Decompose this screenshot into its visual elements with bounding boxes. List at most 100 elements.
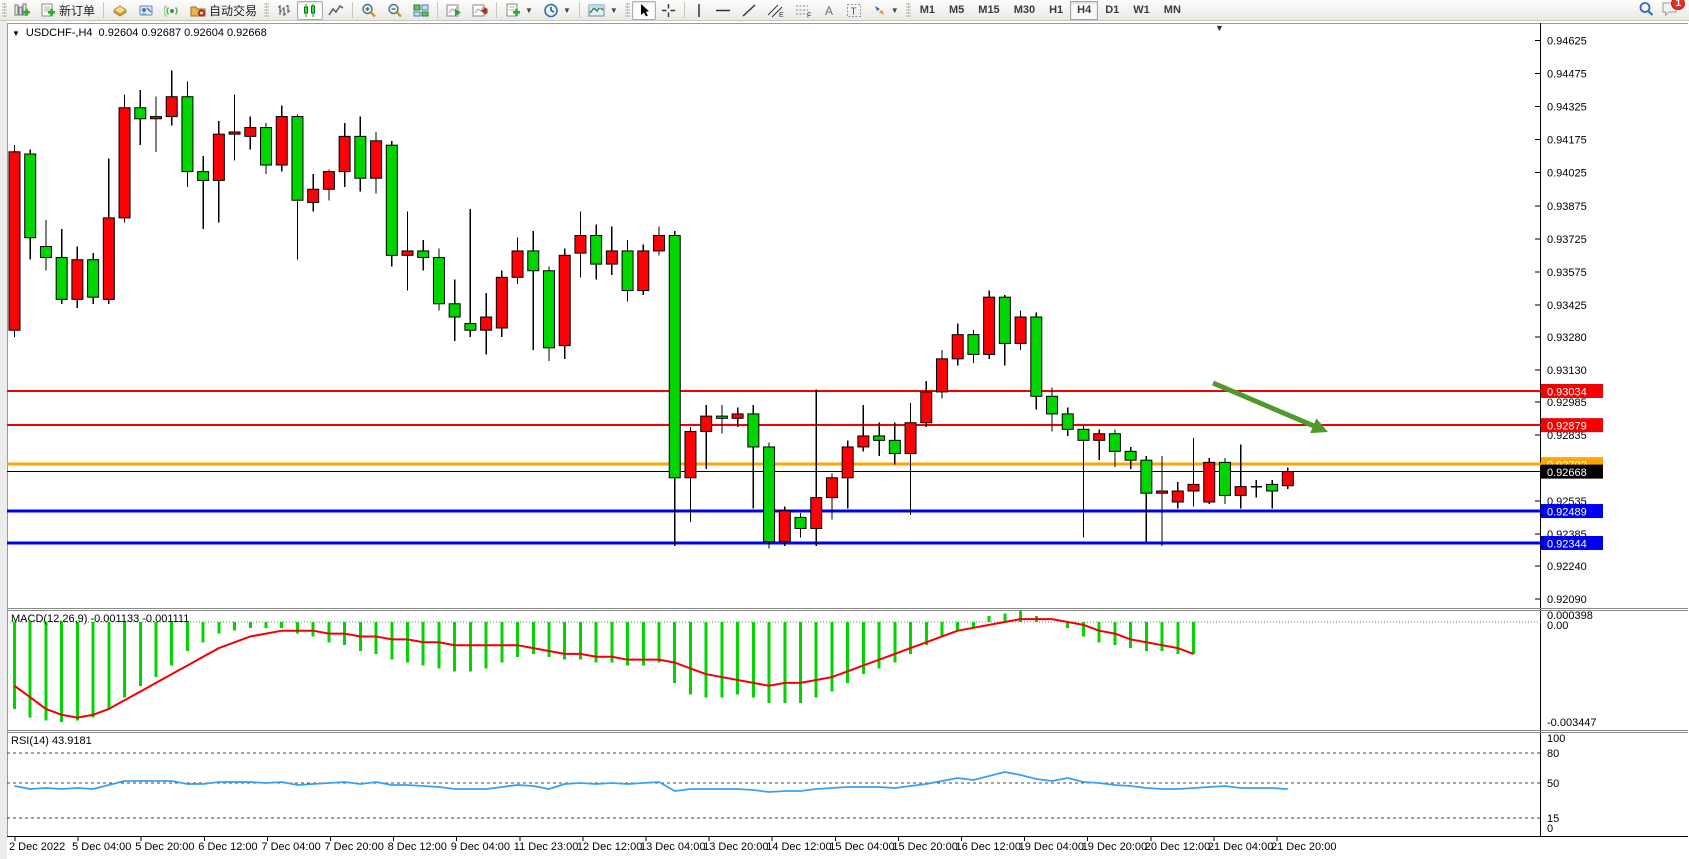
vertical-line-icon <box>693 3 705 18</box>
mt4-application: 新订单 自动交易 <box>0 0 1689 859</box>
timeframe-button-D1[interactable]: D1 <box>1098 1 1126 20</box>
timeframe-button-H1[interactable]: H1 <box>1042 1 1070 20</box>
timeframe-button-H4[interactable]: H4 <box>1070 1 1098 20</box>
chart-collapse-icon[interactable]: ▼ <box>12 29 20 38</box>
new-order-dropdown-button[interactable]: ▼ <box>500 1 538 20</box>
equidistant-channel-tool-button[interactable]: E <box>762 1 790 20</box>
chart-shift-marker[interactable]: ▼ <box>1215 23 1224 33</box>
chat-button[interactable]: 1 <box>1661 1 1679 20</box>
svg-text:0.93034: 0.93034 <box>1547 387 1587 399</box>
text-label-tool-button[interactable]: T <box>841 1 867 20</box>
chevron-down-icon: ▼ <box>525 6 533 15</box>
svg-text:21 Dec 04:00: 21 Dec 04:00 <box>1208 841 1273 853</box>
rsi-indicator-label: RSI(14) 43.9181 <box>11 735 92 747</box>
auto-scroll-icon <box>446 3 462 18</box>
zoom-in-button[interactable] <box>356 1 382 20</box>
svg-text:11 Dec 23:00: 11 Dec 23:00 <box>514 841 579 853</box>
zoom-out-button[interactable] <box>382 1 408 20</box>
autotrading-button[interactable]: 自动交易 <box>185 1 262 20</box>
candlestick-chart-type-button[interactable] <box>297 1 323 20</box>
bar-chart-type-button[interactable] <box>271 1 297 20</box>
timeframe-button-M30[interactable]: M30 <box>1007 1 1042 20</box>
tile-windows-button[interactable] <box>408 1 434 20</box>
templates-icon <box>588 3 606 18</box>
templates-dropdown-button[interactable]: ▼ <box>583 1 623 20</box>
toolbar-separator <box>684 2 685 18</box>
toolbar-separator <box>579 2 580 18</box>
svg-text:A: A <box>825 4 833 18</box>
period-clock-dropdown-button[interactable]: ▼ <box>538 1 576 20</box>
search-icon[interactable] <box>1638 1 1655 20</box>
svg-text:8 Dec 12:00: 8 Dec 12:00 <box>388 841 447 853</box>
horizontal-line-tool-button[interactable] <box>710 1 736 20</box>
signals-icon <box>164 3 180 18</box>
timeframe-button-M5[interactable]: M5 <box>942 1 971 20</box>
text-label-icon: T <box>846 3 862 18</box>
svg-text:0.92240: 0.92240 <box>1547 561 1587 573</box>
toolbar-separator <box>496 2 497 18</box>
svg-text:T: T <box>850 6 856 17</box>
timeframe-button-MN[interactable]: MN <box>1157 1 1188 20</box>
clock-icon <box>543 3 559 18</box>
toolbar-separator <box>103 2 104 18</box>
trendline-tool-button[interactable] <box>736 1 762 20</box>
profiles-button[interactable] <box>107 1 133 20</box>
candles-layer <box>9 70 1293 548</box>
chart-canvas[interactable]: 0.946250.944750.943250.941750.940250.938… <box>7 21 1689 859</box>
svg-text:0.93425: 0.93425 <box>1547 300 1587 312</box>
svg-text:0.92879: 0.92879 <box>1547 421 1587 433</box>
signals-button[interactable] <box>159 1 185 20</box>
cursor-arrow-icon <box>637 3 651 18</box>
svg-text:21 Dec 20:00: 21 Dec 20:00 <box>1271 841 1336 853</box>
timeframe-button-M1[interactable]: M1 <box>913 1 942 20</box>
svg-text:0.93575: 0.93575 <box>1547 267 1587 279</box>
line-chart-icon <box>328 3 344 18</box>
new-order-button[interactable]: 新订单 <box>35 1 100 20</box>
svg-text:0.93130: 0.93130 <box>1547 365 1587 377</box>
profiles-icon <box>112 3 128 18</box>
fibonacci-icon: F <box>795 3 813 18</box>
toolbar-grip[interactable] <box>625 2 630 18</box>
fibonacci-tool-button[interactable]: F <box>790 1 818 20</box>
svg-text:0.94475: 0.94475 <box>1547 69 1587 81</box>
chart-window[interactable]: 0.946250.944750.943250.941750.940250.938… <box>7 21 1689 859</box>
svg-text:13 Dec 20:00: 13 Dec 20:00 <box>703 841 768 853</box>
toolbar-grip[interactable] <box>264 2 269 18</box>
macd-indicator-label: MACD(12,26,9) -0.001133 -0.001111 <box>11 613 189 625</box>
terminal-button[interactable] <box>133 1 159 20</box>
timeframe-button-M15[interactable]: M15 <box>971 1 1006 20</box>
trendline-icon <box>741 3 757 18</box>
new-order-icon <box>40 3 56 18</box>
svg-text:16 Dec 12:00: 16 Dec 12:00 <box>956 841 1021 853</box>
new-chart-button[interactable] <box>9 1 35 20</box>
chart-shift-button[interactable] <box>467 1 493 20</box>
autotrading-icon <box>190 3 206 18</box>
arrows-icon <box>872 3 887 18</box>
text-icon: A <box>823 3 836 18</box>
svg-text:7 Dec 04:00: 7 Dec 04:00 <box>261 841 320 853</box>
svg-text:0.00: 0.00 <box>1547 620 1568 632</box>
arrows-dropdown-button[interactable]: ▼ <box>867 1 904 20</box>
svg-text:15 Dec 20:00: 15 Dec 20:00 <box>892 841 957 853</box>
svg-text:19 Dec 20:00: 19 Dec 20:00 <box>1082 841 1147 853</box>
svg-text:13 Dec 04:00: 13 Dec 04:00 <box>640 841 705 853</box>
vertical-line-tool-button[interactable] <box>688 1 710 20</box>
text-tool-button[interactable]: A <box>818 1 841 20</box>
svg-text:14 Dec 12:00: 14 Dec 12:00 <box>766 841 831 853</box>
toolbar-separator <box>352 2 353 18</box>
toolbar-grip[interactable] <box>906 2 911 18</box>
time-axis: 2 Dec 20225 Dec 04:005 Dec 20:006 Dec 12… <box>9 837 1336 853</box>
cursor-tool-button[interactable] <box>632 1 656 20</box>
svg-text:0.93725: 0.93725 <box>1547 234 1587 246</box>
svg-text:F: F <box>807 12 811 18</box>
timeframe-button-W1[interactable]: W1 <box>1126 1 1157 20</box>
auto-scroll-button[interactable] <box>441 1 467 20</box>
rsi-line <box>15 772 1288 792</box>
line-chart-type-button[interactable] <box>323 1 349 20</box>
toolbar-grip[interactable] <box>2 2 7 18</box>
new-order-label: 新订单 <box>59 2 95 19</box>
crosshair-tool-button[interactable] <box>656 1 681 20</box>
svg-text:5 Dec 20:00: 5 Dec 20:00 <box>135 841 194 853</box>
svg-text:50: 50 <box>1547 778 1559 790</box>
chart-shift-icon <box>472 3 488 18</box>
